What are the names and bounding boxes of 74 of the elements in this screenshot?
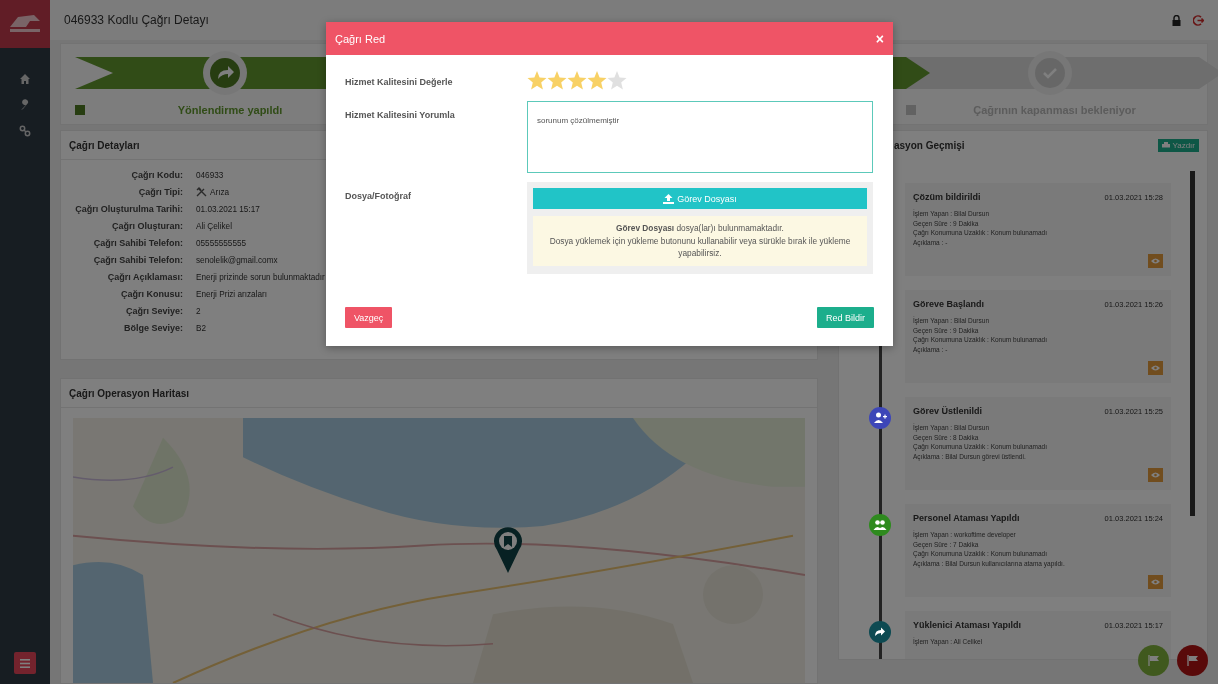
scrollbar[interactable] bbox=[1190, 171, 1195, 516]
menu-icon bbox=[20, 658, 30, 668]
eye-icon bbox=[1151, 365, 1160, 371]
view-button[interactable] bbox=[1148, 361, 1163, 375]
field-label: Hizmet Kalitesini Değerle bbox=[345, 76, 454, 89]
eye-icon bbox=[1151, 579, 1160, 585]
field-label: Çağrı Sahibi Telefon: bbox=[92, 255, 183, 265]
upload-button[interactable]: Görev Dosyası bbox=[533, 188, 867, 209]
tools-icon bbox=[196, 187, 207, 197]
entry-title: Personel Ataması Yapıldı bbox=[913, 513, 1020, 523]
menu-button[interactable] bbox=[14, 652, 36, 674]
entry-title: Göreve Başlandı bbox=[913, 299, 985, 309]
entry-title: Çözüm bildirildi bbox=[913, 192, 981, 202]
field-value: senolelik@gmail.comx bbox=[196, 255, 278, 265]
field-value: Ali Çelikel bbox=[196, 221, 232, 231]
entry-title: Görev Üstlenildi bbox=[913, 406, 983, 416]
flag-button[interactable] bbox=[1177, 645, 1208, 676]
status-square bbox=[906, 105, 916, 115]
close-button[interactable]: × bbox=[875, 30, 884, 47]
field-label: Çağrı Seviye: bbox=[124, 306, 183, 316]
lock-icon[interactable] bbox=[1172, 14, 1181, 26]
field-label: Dosya/Fotoğraf bbox=[345, 190, 412, 203]
map-pin-icon[interactable] bbox=[493, 526, 523, 574]
star-icon[interactable] bbox=[547, 70, 567, 90]
field-value: Arıza bbox=[210, 187, 230, 197]
printer-icon bbox=[1162, 141, 1171, 149]
cancel-button[interactable]: Vazgeç bbox=[345, 307, 393, 328]
modal-title: Çağrı Red bbox=[335, 32, 386, 45]
flag-button[interactable] bbox=[1138, 645, 1169, 676]
eye-icon bbox=[1151, 472, 1160, 478]
field-label: Çağrı Konusu: bbox=[120, 289, 183, 299]
notice-text: Görev Dosyası dosya(lar)ı bulunmamaktadır. bbox=[616, 222, 784, 235]
print-button[interactable]: Yazdır bbox=[1158, 138, 1199, 152]
flag-icon bbox=[1147, 655, 1160, 666]
home-icon[interactable] bbox=[19, 73, 31, 85]
upload-icon bbox=[663, 193, 675, 204]
status-square bbox=[75, 105, 85, 115]
field-value: B2 bbox=[196, 323, 206, 333]
field-label: Çağrı Sahibi Telefon: bbox=[92, 238, 183, 248]
field-value: 2 bbox=[196, 306, 201, 316]
field-label: Çağrı Oluşturan: bbox=[111, 221, 183, 231]
star-icon[interactable] bbox=[527, 70, 547, 90]
comment-field[interactable]: sorunum çözülmemiştir bbox=[527, 101, 873, 173]
field-label: Çağrı Açıklaması: bbox=[106, 272, 183, 282]
star-icon[interactable] bbox=[587, 70, 607, 90]
view-button[interactable] bbox=[1148, 575, 1163, 589]
logo-icon bbox=[0, 0, 50, 48]
card-title: Çağrı Operasyon Haritası bbox=[69, 387, 190, 399]
entry-title: Yüklenici Ataması Yapıldı bbox=[913, 620, 1022, 630]
field-label: Çağrı Oluşturulma Tarihi: bbox=[74, 204, 183, 214]
step-label: Yönlendirme yapıldı bbox=[177, 104, 283, 116]
notice-hint: Dosya yüklemek için yükleme butonunu kullanabilir veya sürükle bırak ile yükleme yapabilirsiz. bbox=[548, 234, 852, 260]
field-label: Bölge Seviye: bbox=[122, 323, 183, 333]
view-button[interactable] bbox=[1148, 468, 1163, 482]
logout-icon[interactable] bbox=[1193, 14, 1204, 26]
star-icon[interactable] bbox=[567, 70, 587, 90]
field-value: Enerji prizinde sorun bulunmaktadır bbox=[196, 272, 325, 282]
field-value: 01.03.2021 15:17 bbox=[196, 204, 260, 214]
field-label: Çağrı Kodu: bbox=[130, 170, 183, 180]
check-icon bbox=[1026, 50, 1073, 96]
eye-icon bbox=[1151, 258, 1160, 264]
card-title: Çağrı Detayları bbox=[69, 139, 140, 151]
field-value: 046933 bbox=[196, 170, 224, 180]
field-value: Enerji Prizi arızaları bbox=[196, 289, 267, 299]
card-title: asyon Geçmişi bbox=[894, 139, 965, 151]
page-title: 046933 Kodlu Çağrı Detayı bbox=[64, 13, 209, 27]
field-label: Çağrı Tipi: bbox=[137, 187, 183, 197]
view-button[interactable] bbox=[1148, 254, 1163, 268]
star-icon[interactable] bbox=[607, 70, 627, 90]
link-icon[interactable] bbox=[19, 125, 31, 137]
flag-icon bbox=[1186, 655, 1199, 666]
field-value: 05555555555 bbox=[196, 238, 247, 248]
submit-button[interactable]: Red Bildir bbox=[817, 307, 874, 328]
field-label: Hizmet Kalitesini Yorumla bbox=[345, 109, 456, 122]
